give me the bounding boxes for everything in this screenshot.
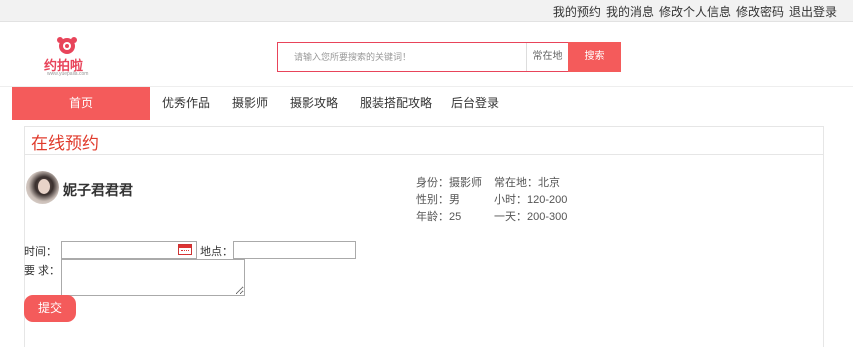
nav-admin-login[interactable]: 后台登录 — [451, 87, 499, 120]
nav-works[interactable]: 优秀作品 — [162, 87, 210, 120]
submit-button[interactable]: 提交 — [24, 295, 76, 322]
search-input[interactable] — [278, 43, 526, 71]
avatar — [26, 171, 59, 204]
avatar-face — [38, 179, 50, 194]
calendar-icon[interactable] — [178, 244, 192, 255]
booking-panel: 在线预约 — [24, 126, 824, 347]
time-field[interactable] — [61, 241, 197, 259]
gender-text: 性别：男 — [416, 194, 460, 206]
my-messages-link[interactable]: 我的消息 — [606, 3, 654, 20]
page-title: 在线预约 — [31, 134, 99, 153]
nav-home[interactable]: 首页 — [12, 87, 150, 120]
edit-profile-link[interactable]: 修改个人信息 — [659, 3, 731, 20]
location-text: 常在地：北京 — [494, 177, 560, 189]
photographer-name: 妮子君君君 — [63, 182, 133, 198]
requirements-textarea[interactable] — [61, 259, 245, 296]
age-text: 年龄：25 — [416, 211, 462, 223]
search-bar: 常在地 搜索 — [277, 42, 621, 72]
user-links: 我的预约 我的消息 修改个人信息 修改密码 退出登录 — [553, 3, 837, 20]
search-scope-select[interactable]: 常在地 — [526, 43, 568, 71]
daily-price-text: 一天：200-300 — [494, 211, 568, 223]
hourly-price-text: 小时：120-200 — [494, 194, 568, 206]
search-button[interactable]: 搜索 — [568, 42, 621, 72]
logo-subtext: www.yuepaila.com — [47, 71, 89, 77]
nav-photographers[interactable]: 摄影师 — [232, 87, 268, 120]
time-label: 时间： — [24, 246, 57, 258]
nav-photo-guides[interactable]: 摄影攻略 — [290, 87, 338, 120]
top-bar: 我的预约 我的消息 修改个人信息 修改密码 退出登录 — [0, 0, 853, 22]
title-divider — [25, 154, 823, 155]
camera-logo-icon — [57, 37, 77, 54]
my-appointments-link[interactable]: 我的预约 — [553, 3, 601, 20]
identity-text: 身份：摄影师 — [416, 177, 482, 189]
change-password-link[interactable]: 修改密码 — [736, 3, 784, 20]
logout-link[interactable]: 退出登录 — [789, 3, 837, 20]
header: 约拍啦 www.yuepaila.com 常在地 搜索 — [0, 23, 853, 86]
place-label: 地点： — [200, 246, 233, 258]
main-nav: 首页 优秀作品 摄影师 摄影攻略 服装搭配攻略 后台登录 — [0, 86, 853, 120]
nav-outfit-guides[interactable]: 服装搭配攻略 — [360, 87, 432, 120]
place-field[interactable] — [233, 241, 356, 259]
site-logo[interactable]: 约拍啦 www.yuepaila.com — [44, 36, 104, 77]
requirements-label: 要 求： — [24, 265, 61, 277]
